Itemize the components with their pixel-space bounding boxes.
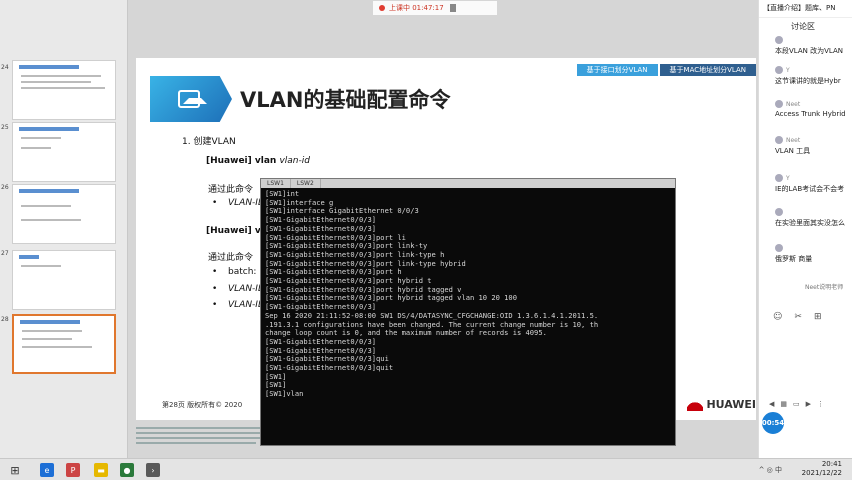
terminal-output[interactable]: [SW1]int [SW1]interface g [SW1]interface G…: [261, 188, 675, 401]
folder-icon[interactable]: ▬: [94, 463, 108, 477]
recording-bar[interactable]: 上课中 01:47:17: [372, 0, 498, 16]
system-tray[interactable]: ^ ◎ 中: [759, 465, 782, 475]
record-icon: [379, 5, 385, 11]
terminal-line: [SW1]vlan: [265, 389, 304, 399]
terminal-window[interactable]: LSW1 LSW2 [SW1]int [SW1]interface g [SW1]i…: [260, 178, 676, 446]
thumb-number: 26: [1, 184, 9, 191]
chat-action-bar: ☺ ✂ ⊞: [773, 312, 821, 322]
chat-message: 本段VLAN 改为VLAN: [775, 36, 852, 56]
avatar[interactable]: [775, 208, 783, 216]
bullet-batch: batch:: [228, 267, 257, 277]
avatar[interactable]: [775, 174, 783, 182]
title-banner: [150, 76, 232, 122]
chat-username: Y: [786, 174, 790, 182]
slide-thumbnail[interactable]: [12, 184, 116, 244]
tools-icon[interactable]: ✂: [794, 312, 802, 322]
slide-thumbnail[interactable]: [12, 250, 116, 310]
gift-icon[interactable]: ⊞: [814, 312, 822, 322]
bottom-toolbar: ◀ ▦ ▭ ▶ ⋮: [769, 400, 824, 408]
terminal-line: [SW1-GigabitEthernet0/0/3]quit: [265, 363, 394, 373]
section-heading: 1. 创建VLAN: [182, 137, 236, 147]
powerpoint-icon[interactable]: P: [66, 463, 80, 477]
slide-footer: 第28页 版权所有© 2020: [162, 401, 243, 409]
terminal-app-icon[interactable]: ›: [146, 463, 160, 477]
slide-title: VLAN的基础配置命令: [240, 88, 451, 112]
chat-message: 俄罗斯 商量: [775, 244, 852, 264]
chat-text: 这节课讲的就是Hybr: [775, 77, 841, 85]
clock[interactable]: 20:41 2021/12/22: [802, 460, 842, 478]
slide-thumbnail[interactable]: [12, 60, 116, 120]
app-icon[interactable]: ●: [120, 463, 134, 477]
chat-message: Neet VLAN 工具: [775, 136, 852, 156]
chat-text: 在实验里面其实没怎么: [775, 219, 845, 227]
tab-lsw2[interactable]: LSW2: [291, 179, 321, 188]
thumb-number: 28: [1, 316, 9, 323]
avatar[interactable]: [775, 100, 783, 108]
huawei-brand: HUAWEI: [687, 398, 756, 411]
chat-message: Neet Access Trunk Hybrid: [775, 100, 852, 118]
thumb-number: 27: [1, 250, 9, 257]
chat-username: Y: [786, 66, 790, 74]
edge-icon[interactable]: e: [40, 463, 54, 477]
terminal-tabs: LSW1 LSW2: [261, 179, 675, 188]
avatar[interactable]: [775, 66, 783, 74]
chat-text: 俄罗斯 商量: [775, 255, 813, 263]
slide-thumbnail-selected[interactable]: [12, 314, 116, 374]
huawei-logo-icon: [687, 398, 704, 411]
chat-message: Y 这节课讲的就是Hybr: [775, 66, 852, 86]
command-line-1: [Huawei] vlan vlan-id: [206, 156, 310, 166]
chat-text: IE的LAB考试会不会考: [775, 185, 845, 193]
chat-username: Neet: [786, 100, 801, 108]
chat-username: Neet: [786, 136, 801, 144]
slide-thumbnails-panel: 24 25 26 27 28: [0, 0, 128, 458]
tab-mac-vlan: 基于MAC地址划分VLAN: [659, 64, 756, 76]
slide-thumbnail[interactable]: [12, 122, 116, 182]
thumb-number: 25: [1, 124, 9, 131]
tab-interface-vlan: 基于接口划分VLAN: [576, 64, 658, 76]
countdown-timer[interactable]: 00:54: [760, 410, 786, 436]
chat-message: Y IE的LAB考试会不会考: [775, 174, 852, 194]
live-intro[interactable]: 【直播介绍】题库、PN: [759, 0, 852, 18]
chat-message: 在实验里面其实没怎么: [775, 208, 852, 228]
avatar[interactable]: [775, 136, 783, 144]
arrow-left-icon[interactable]: ◀: [769, 400, 774, 408]
terminal-line: [SW1]: [265, 380, 287, 390]
emoji-icon[interactable]: ☺: [773, 312, 782, 322]
taskbar: ⊞ e P ▬ ● › ^ ◎ 中 20:41 2021/12/22: [0, 458, 852, 480]
monitor-icon[interactable]: ▭: [793, 400, 800, 408]
avatar[interactable]: [775, 36, 783, 44]
grid-icon[interactable]: ▦: [780, 400, 787, 408]
tab-lsw1[interactable]: LSW1: [261, 179, 291, 188]
chat-panel: 【直播介绍】题库、PN 讨论区 本段VLAN 改为VLAN Y 这节课讲的就是Hyb…: [758, 0, 852, 458]
more-icon[interactable]: ⋮: [817, 400, 824, 408]
chat-text: 本段VLAN 改为VLAN: [775, 47, 843, 55]
description-1: 通过此命令: [208, 185, 254, 195]
chat-text: Access Trunk Hybrid: [775, 110, 846, 118]
avatar[interactable]: [775, 244, 783, 252]
discussion-header: 讨论区: [791, 22, 815, 31]
arrow-right-icon[interactable]: ▶: [806, 400, 811, 408]
system-notice: Neet说明老师: [805, 284, 844, 291]
slide-header-tabs: 基于接口划分VLAN 基于MAC地址划分VLAN: [575, 64, 756, 76]
recording-status: 上课中 01:47:17: [389, 4, 444, 12]
start-icon[interactable]: ⊞: [8, 463, 22, 477]
pause-icon[interactable]: [449, 4, 456, 12]
thumb-number: 24: [1, 64, 9, 71]
description-2: 通过此命令: [208, 253, 254, 263]
terminal-line: [SW1]: [265, 371, 287, 381]
image-icon: [178, 90, 207, 108]
chat-text: VLAN 工具: [775, 147, 811, 155]
command-arg: vlan-id: [279, 156, 310, 166]
command-prefix: [Huawei] vlan: [206, 156, 280, 166]
